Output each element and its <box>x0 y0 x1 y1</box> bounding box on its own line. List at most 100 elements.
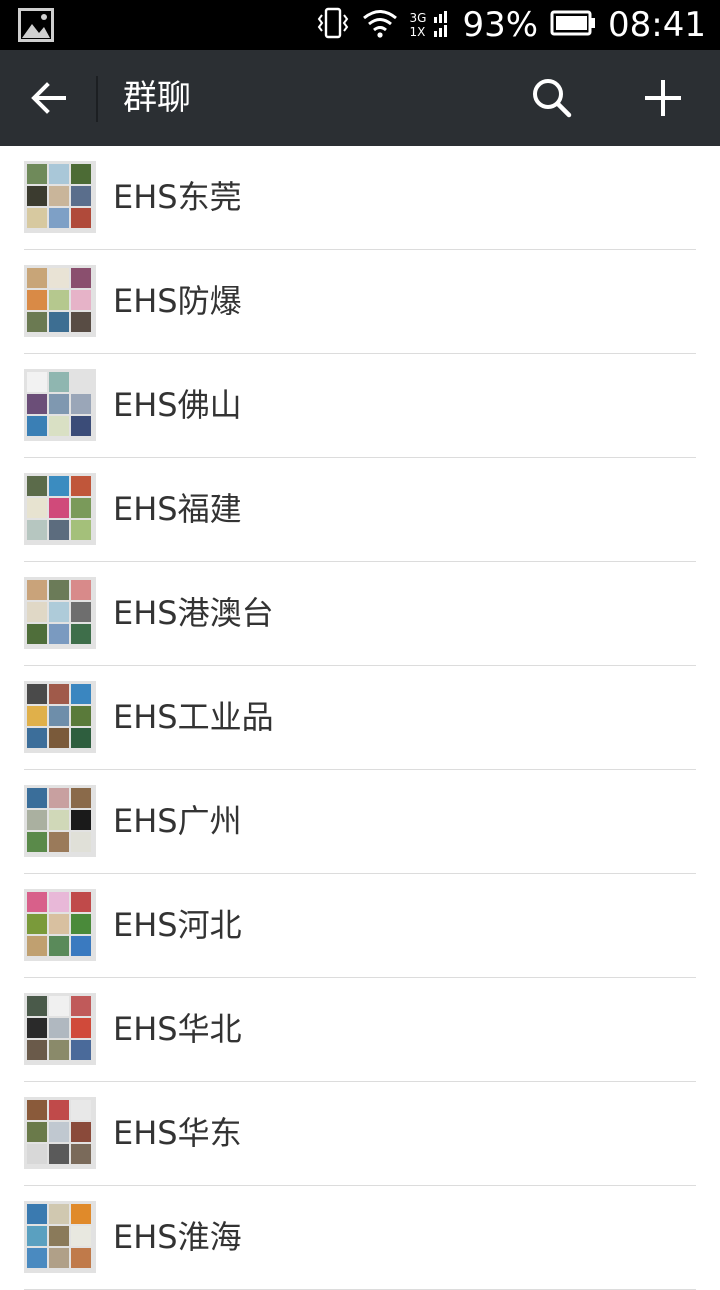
avatar-tile <box>49 416 69 436</box>
avatar-tile <box>49 1144 69 1164</box>
avatar-tile <box>27 1248 47 1268</box>
avatar-tile <box>71 706 91 726</box>
network-top-label: 3G <box>409 11 427 25</box>
avatar-tile <box>71 832 91 852</box>
avatar-tile <box>71 1018 91 1038</box>
group-chat-item[interactable]: EHS淮海 <box>0 1186 720 1290</box>
avatar-tile <box>71 1226 91 1246</box>
group-chat-item[interactable]: EHS福建 <box>0 458 720 562</box>
avatar-tile <box>27 810 47 830</box>
avatar-tile <box>49 624 69 644</box>
group-avatar <box>24 993 96 1065</box>
avatar-tile <box>27 498 47 518</box>
search-icon <box>533 79 572 118</box>
avatar-tile <box>49 1226 69 1246</box>
avatar-tile <box>71 520 91 540</box>
avatar-tile <box>49 1248 69 1268</box>
group-chat-item[interactable]: EHS华北 <box>0 978 720 1082</box>
avatar-tile <box>71 1144 91 1164</box>
avatar-tile <box>27 728 47 748</box>
clock: 08:41 <box>608 5 706 45</box>
avatar-tile <box>27 1122 47 1142</box>
avatar-tile <box>27 416 47 436</box>
avatar-tile <box>27 312 47 332</box>
search-button[interactable] <box>526 72 578 124</box>
add-button[interactable] <box>636 72 690 124</box>
avatar-tile <box>71 914 91 934</box>
avatar-tile <box>49 1040 69 1060</box>
avatar-tile <box>27 394 47 414</box>
avatar-tile <box>49 936 69 956</box>
group-avatar <box>24 1201 96 1273</box>
avatar-tile <box>27 892 47 912</box>
avatar-tile <box>49 268 69 288</box>
avatar-tile <box>71 164 91 184</box>
avatar-tile <box>71 312 91 332</box>
avatar-tile <box>49 372 69 392</box>
group-name: EHS华东 <box>113 1114 242 1152</box>
avatar-tile <box>71 208 91 228</box>
group-chat-item[interactable]: EHS佛山 <box>0 354 720 458</box>
avatar-tile <box>27 186 47 206</box>
group-name: EHS工业品 <box>113 698 274 736</box>
avatar-tile <box>71 1204 91 1224</box>
avatar-tile <box>71 602 91 622</box>
group-chat-item[interactable]: EHS广州 <box>0 770 720 874</box>
network-type: 3G 1X <box>410 11 427 39</box>
group-chat-item[interactable]: EHS工业品 <box>0 666 720 770</box>
avatar-tile <box>49 164 69 184</box>
wifi-icon <box>362 8 398 42</box>
avatar-tile <box>49 520 69 540</box>
avatar-tile <box>49 914 69 934</box>
group-avatar <box>24 1097 96 1169</box>
avatar-tile <box>27 1100 47 1120</box>
avatar-tile <box>27 520 47 540</box>
avatar-tile <box>49 1204 69 1224</box>
network-bottom-label: 1X <box>409 25 426 39</box>
group-chat-item[interactable]: EHS东莞 <box>0 146 720 250</box>
avatar-tile <box>49 892 69 912</box>
avatar-tile <box>49 476 69 496</box>
avatar-tile <box>71 624 91 644</box>
back-button[interactable] <box>24 74 72 122</box>
avatar-tile <box>71 498 91 518</box>
avatar-tile <box>27 788 47 808</box>
group-chat-item[interactable]: EHS华东 <box>0 1082 720 1186</box>
group-avatar <box>24 265 96 337</box>
group-name: EHS华北 <box>113 1010 242 1048</box>
avatar-tile <box>71 290 91 310</box>
group-chat-item[interactable]: EHS河北 <box>0 874 720 978</box>
status-icons: 3G 1X 93% 08:41 <box>316 0 706 50</box>
group-name: EHS淮海 <box>113 1218 242 1256</box>
avatar-tile <box>49 728 69 748</box>
avatar-tile <box>49 684 69 704</box>
group-name: EHS广州 <box>113 802 242 840</box>
avatar-tile <box>27 164 47 184</box>
group-chat-item[interactable]: EHS防爆 <box>0 250 720 354</box>
avatar-tile <box>49 394 69 414</box>
plus-icon <box>645 80 681 116</box>
group-avatar <box>24 785 96 857</box>
group-chat-item[interactable]: EHS港澳台 <box>0 562 720 666</box>
avatar-tile <box>49 810 69 830</box>
avatar-tile <box>71 810 91 830</box>
avatar-tile <box>27 996 47 1016</box>
group-name: EHS防爆 <box>113 282 242 320</box>
avatar-tile <box>71 936 91 956</box>
avatar-tile <box>27 1018 47 1038</box>
group-chat-list: EHS东莞 EHS防爆 EHS佛山 EHS福建 EHS港澳台 EHS工业品 EH… <box>0 146 720 1290</box>
status-bar: 3G 1X 93% 08:41 <box>0 0 720 50</box>
group-name: EHS港澳台 <box>113 594 274 632</box>
avatar-tile <box>49 580 69 600</box>
avatar-tile <box>71 1248 91 1268</box>
avatar-tile <box>27 208 47 228</box>
avatar-tile <box>49 602 69 622</box>
avatar-tile <box>71 394 91 414</box>
group-name: EHS河北 <box>113 906 242 944</box>
group-avatar <box>24 369 96 441</box>
avatar-tile <box>71 996 91 1016</box>
avatar-tile <box>49 706 69 726</box>
avatar-tile <box>49 1122 69 1142</box>
group-avatar <box>24 473 96 545</box>
gallery-notification-icon <box>18 8 54 42</box>
